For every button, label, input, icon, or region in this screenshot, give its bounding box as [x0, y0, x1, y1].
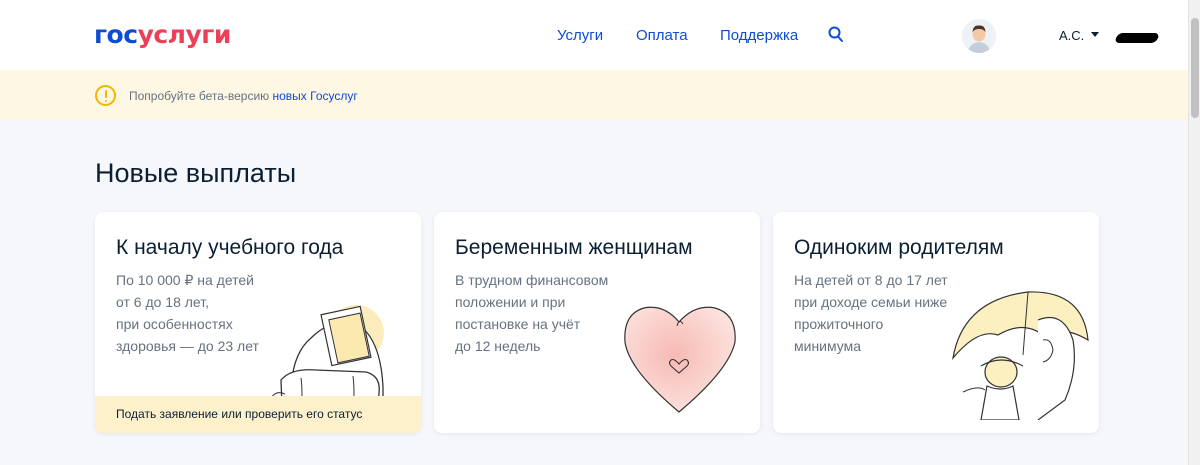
card-footer[interactable]: Подать заявление или проверить его стату… [95, 396, 421, 433]
card-description-line: прожиточного [794, 316, 884, 332]
nav-payment-link[interactable]: Оплата [636, 27, 688, 44]
user-avatar-icon [962, 19, 996, 53]
card-description-line: при особенностях [116, 316, 233, 332]
card-description-line: при доходе семьи ниже [794, 294, 948, 310]
user-name[interactable]: А.С. [1059, 28, 1084, 43]
beta-banner-text: Попробуйте бета-версию новых Госуслуг [129, 89, 358, 103]
card-pregnant-women[interactable]: Беременным женщинам В трудном финансовом… [434, 212, 760, 433]
heart-illustration [624, 306, 736, 413]
card-school-year[interactable]: К началу учебного года По 10 000 ₽ на де… [95, 212, 421, 433]
card-description-line: постановке на учёт [455, 316, 581, 332]
card-title: Одиноким родителям [794, 236, 1004, 259]
chevron-down-icon[interactable] [1091, 32, 1099, 37]
nav-support-link[interactable]: Поддержка [720, 27, 798, 44]
scrollbar-thumb[interactable] [1191, 18, 1199, 118]
nav-services-link[interactable]: Услуги [557, 27, 603, 44]
logo-part-gos: гос [94, 20, 138, 49]
gosuslugi-logo[interactable]: госуслуги [94, 20, 231, 49]
page-scrollbar[interactable] [1188, 0, 1200, 465]
new-gosuslugi-link[interactable]: новых Госуслуг [273, 89, 358, 103]
search-icon [828, 26, 843, 42]
card-description: В трудном финансовом положении и при пос… [455, 269, 608, 357]
header: госуслуги Услуги Оплата Поддержка А.С. [0, 0, 1188, 70]
card-description: По 10 000 ₽ на детей от 6 до 18 лет, при… [116, 269, 259, 357]
card-description-line: от 6 до 18 лет, [116, 294, 210, 310]
card-title: Беременным женщинам [455, 236, 693, 259]
card-single-parents[interactable]: Одиноким родителям На детей от 8 до 17 л… [773, 212, 1099, 433]
logo-part-uslugi: услуги [137, 20, 232, 49]
search-button[interactable] [828, 26, 844, 44]
parent-child-umbrella-illustration [952, 291, 1089, 420]
card-description-line: до 12 недель [455, 338, 541, 354]
card-description-line: На детей от 8 до 17 лет [794, 272, 948, 288]
warning-icon [95, 85, 116, 106]
beta-banner-message: Попробуйте бета-версию [129, 89, 273, 103]
card-description: На детей от 8 до 17 лет при доходе семьи… [794, 269, 948, 357]
redaction-mark [1114, 33, 1160, 43]
card-description-line: здоровья — до 23 лет [116, 338, 259, 354]
card-description-line: положении и при [455, 294, 566, 310]
card-description-line: минимума [794, 338, 862, 354]
user-avatar[interactable] [962, 19, 996, 53]
card-description-line: По 10 000 ₽ на детей [116, 272, 255, 288]
section-title: Новые выплаты [95, 158, 297, 188]
card-description-line: В трудном финансовом [455, 272, 609, 288]
card-title: К началу учебного года [116, 236, 344, 259]
card-footer-link[interactable]: Подать заявление или проверить его стату… [116, 407, 362, 421]
